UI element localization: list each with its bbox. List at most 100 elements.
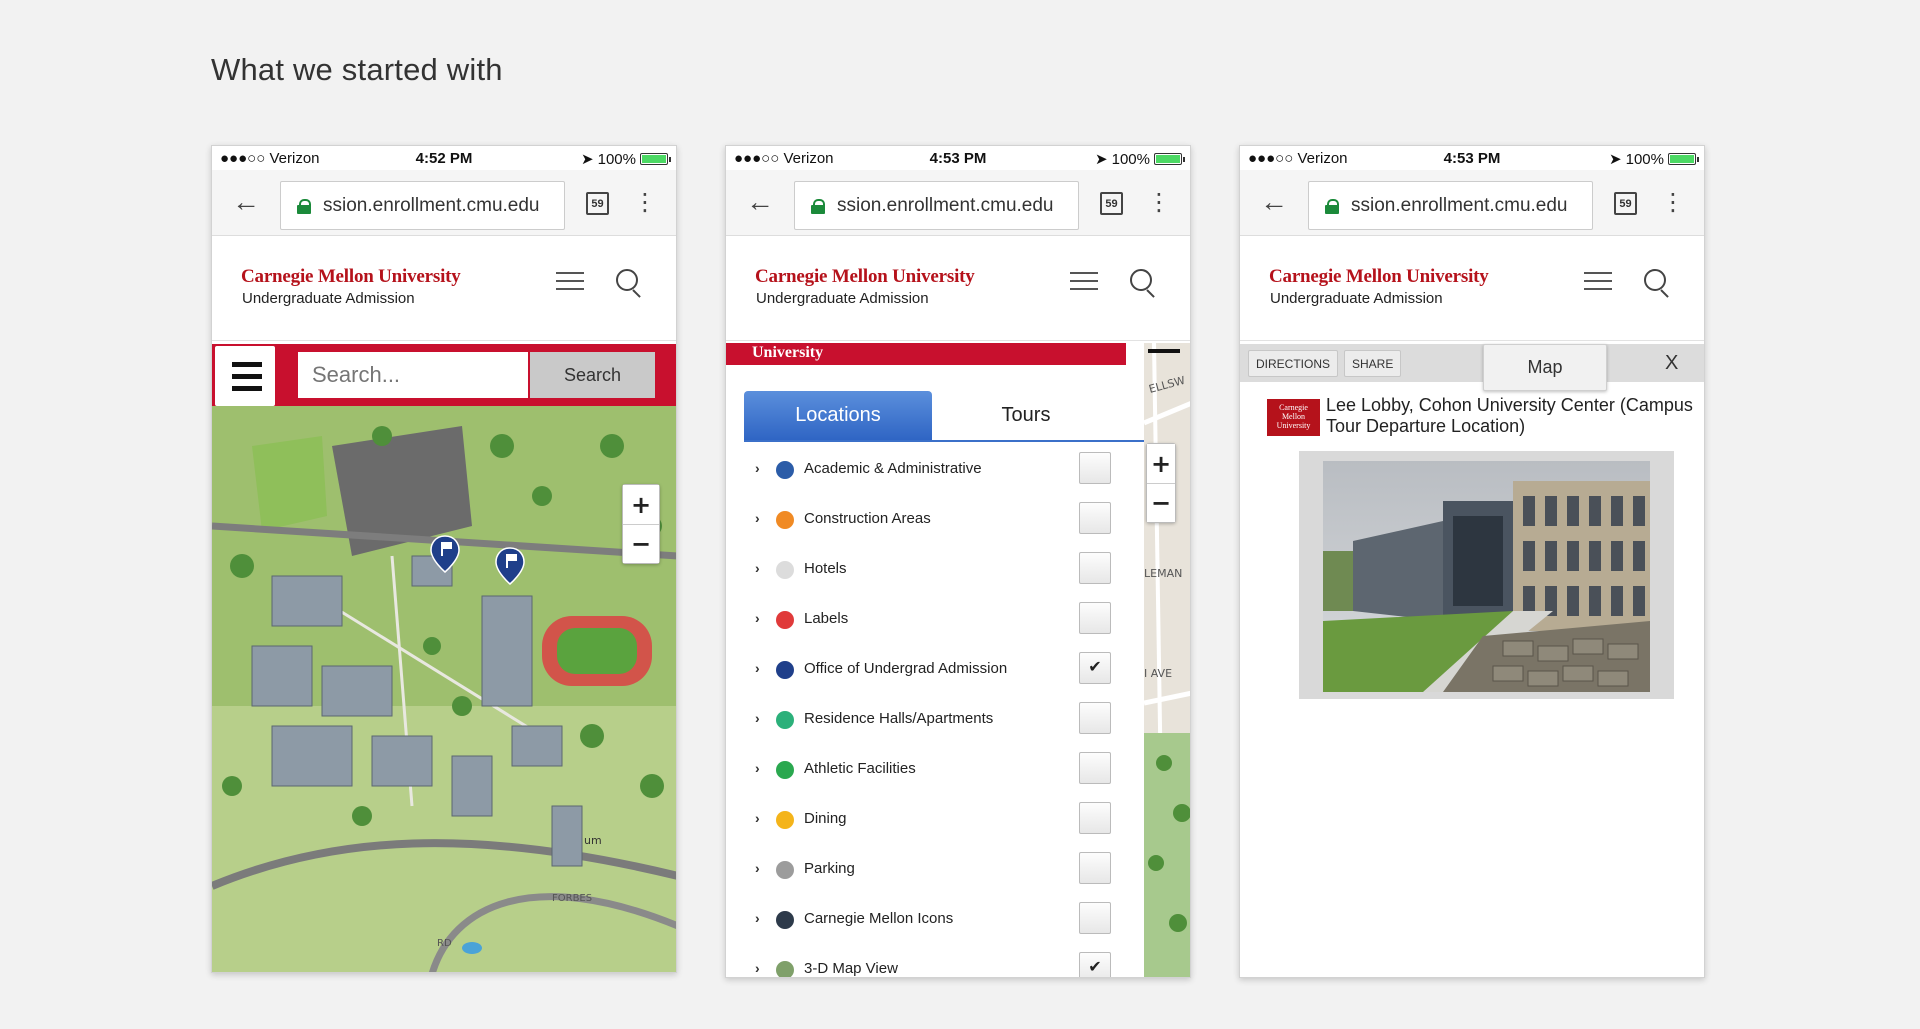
back-arrow-icon[interactable]: ← [1260,186,1288,218]
layer-checkbox[interactable] [1079,802,1111,834]
browser-toolbar: ← ssion.enrollment.cmu.edu 59 ⋮ [726,170,1190,236]
lock-icon [1325,198,1339,214]
layer-row[interactable]: › Carnegie Mellon Icons [726,895,1144,945]
status-bar: ●●●○○ Verizon 4:52 PM ➤ 100% [212,146,676,170]
battery-percent: 100% [1111,150,1150,168]
tab-count-button[interactable]: 59 [1614,192,1637,215]
chevron-right-icon[interactable]: › [755,610,760,626]
layer-label: 3-D Map View [804,960,898,977]
lock-icon [297,198,311,214]
chevron-right-icon[interactable]: › [755,710,760,726]
tab-count-button[interactable]: 59 [1100,192,1123,215]
layer-tabs: Locations Tours [744,391,1144,442]
layer-checkbox[interactable] [1079,502,1111,534]
menu-icon[interactable] [1584,266,1614,296]
side-map-preview[interactable]: ELLSW LEMAN I AVE [1144,343,1190,977]
layer-checkbox[interactable] [1079,852,1111,884]
site-header: Carnegie Mellon University Undergraduate… [212,236,676,341]
map-menu-button[interactable] [215,346,275,406]
campus-map[interactable]: FORBES um RD + − [212,406,676,972]
map-tab-button[interactable]: Map [1483,344,1607,391]
share-button[interactable]: SHARE [1344,350,1402,377]
layer-row[interactable]: › Construction Areas [726,495,1144,545]
zoom-in-button[interactable]: + [623,485,659,524]
layer-label: Parking [804,860,855,877]
layer-row[interactable]: › Parking [726,845,1144,895]
layer-checkbox[interactable] [1079,702,1111,734]
chevron-right-icon[interactable]: › [755,910,760,926]
layer-checkbox[interactable] [1079,452,1111,484]
brand-subtitle: Undergraduate Admission [242,290,415,307]
chevron-right-icon[interactable]: › [755,460,760,476]
search-icon[interactable] [1644,269,1672,297]
back-arrow-icon[interactable]: ← [746,186,774,218]
chevron-right-icon[interactable]: › [755,660,760,676]
layer-checkbox[interactable]: ✔ [1079,952,1111,977]
layer-row[interactable]: › Residence Halls/Apartments [726,695,1144,745]
browser-toolbar: ← ssion.enrollment.cmu.edu 59 ⋮ [1240,170,1704,236]
side-map-graphic: ELLSW LEMAN I AVE [1144,343,1190,977]
layer-checkbox[interactable] [1079,902,1111,934]
address-bar[interactable]: ssion.enrollment.cmu.edu [794,181,1079,230]
battery-icon [1668,153,1699,165]
layer-list: › Academic & Administrative › Construction … [726,445,1144,977]
layer-row[interactable]: › Academic & Administrative [726,445,1144,495]
more-menu-icon[interactable]: ⋮ [633,188,657,218]
map-search-input[interactable] [298,352,528,398]
layer-row[interactable]: › Dining [726,795,1144,845]
layer-row[interactable]: › Hotels [726,545,1144,595]
status-right: ➤ 100% [1609,150,1699,168]
layer-checkbox[interactable] [1079,752,1111,784]
collapse-bar-icon[interactable] [1148,349,1180,353]
layer-row[interactable]: › 3-D Map View ✔ [726,945,1144,977]
directions-button[interactable]: DIRECTIONS [1248,350,1339,377]
menu-icon[interactable] [556,266,586,296]
layer-checkbox[interactable] [1079,552,1111,584]
tab-tours[interactable]: Tours [932,391,1120,440]
zoom-out-button[interactable]: − [1147,483,1175,522]
location-arrow-icon: ➤ [1609,151,1622,168]
brand-logo-text[interactable]: Carnegie Mellon University [241,266,461,288]
tab-count-button[interactable]: 59 [586,192,609,215]
layer-category-icon [776,811,794,829]
map-road-label: RD [437,938,452,949]
layer-row[interactable]: › Office of Undergrad Admission ✔ [726,645,1144,695]
chevron-right-icon[interactable]: › [755,560,760,576]
lock-icon [811,198,825,214]
map-search-button[interactable]: Search [530,352,655,398]
menu-icon[interactable] [1070,266,1100,296]
search-icon[interactable] [1130,269,1158,297]
phone-detail-view: ●●●○○ Verizon 4:53 PM ➤ 100% ← ssion.enr… [1239,145,1705,978]
zoom-out-button[interactable]: − [623,524,659,563]
address-bar[interactable]: ssion.enrollment.cmu.edu [1308,181,1593,230]
close-button[interactable]: X [1665,352,1678,375]
chevron-right-icon[interactable]: › [755,810,760,826]
chevron-right-icon[interactable]: › [755,510,760,526]
layer-label: Residence Halls/Apartments [804,710,994,727]
brand-logo-text[interactable]: Carnegie Mellon University [1269,266,1489,288]
layer-category-icon [776,511,794,529]
battery-percent: 100% [1625,150,1664,168]
chevron-right-icon[interactable]: › [755,760,760,776]
layer-checkbox[interactable] [1079,602,1111,634]
brand-logo-text[interactable]: Carnegie Mellon University [755,266,975,288]
status-bar: ●●●○○ Verizon 4:53 PM ➤ 100% [726,146,1190,170]
address-bar[interactable]: ssion.enrollment.cmu.edu [280,181,565,230]
map-street-label: FORBES [552,893,592,904]
side-map-zoom-control: + − [1146,443,1176,523]
layer-row[interactable]: › Labels [726,595,1144,645]
back-arrow-icon[interactable]: ← [232,186,260,218]
chevron-right-icon[interactable]: › [755,960,760,976]
zoom-in-button[interactable]: + [1147,444,1175,483]
layer-label: Academic & Administrative [804,460,982,477]
layer-checkbox[interactable]: ✔ [1079,652,1111,684]
layer-category-icon [776,761,794,779]
chevron-right-icon[interactable]: › [755,860,760,876]
tab-locations[interactable]: Locations [744,391,932,440]
layer-row[interactable]: › Athletic Facilities [726,745,1144,795]
more-menu-icon[interactable]: ⋮ [1661,188,1685,218]
more-menu-icon[interactable]: ⋮ [1147,188,1171,218]
battery-icon [1154,153,1185,165]
search-icon[interactable] [616,269,644,297]
location-photo[interactable] [1323,461,1650,692]
